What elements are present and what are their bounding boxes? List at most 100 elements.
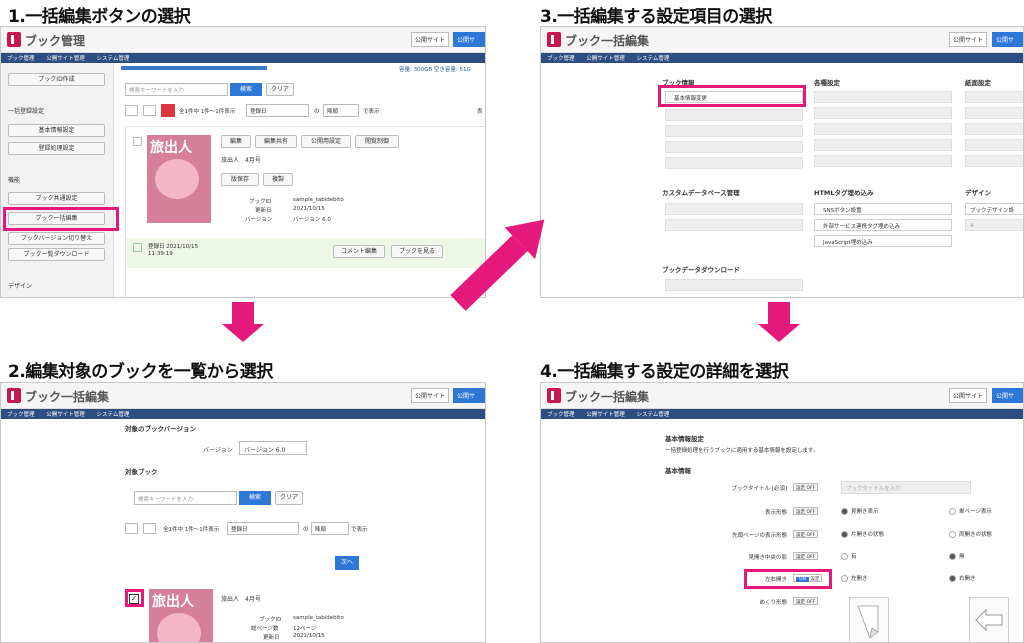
first-toggle[interactable]: 設定 OFF xyxy=(793,530,819,538)
logo-icon xyxy=(547,32,561,47)
search-button[interactable]: 検索 xyxy=(239,491,271,505)
app-title: ブック一括編集 xyxy=(565,390,650,404)
publish-button[interactable]: 公開サ xyxy=(992,388,1023,403)
search-button[interactable]: 検索 xyxy=(230,83,262,96)
display-single-radio[interactable]: 単ページ表示 xyxy=(949,507,992,515)
access-control-button[interactable]: 閲覧制御 xyxy=(355,135,399,148)
clear-button[interactable]: クリア xyxy=(266,83,294,96)
display-label: で表示 xyxy=(363,109,380,115)
javascript-setting[interactable]: JavaScript埋め込み xyxy=(814,235,952,247)
shadow-yes-radio[interactable]: 有 xyxy=(841,552,857,560)
basic-info-heading: 基本情報設定 xyxy=(665,435,704,443)
publish-setting-button[interactable]: 公開用設定 xyxy=(301,135,351,148)
display-spread-radio[interactable]: 見開き表示 xyxy=(841,507,879,515)
first-single-radio[interactable]: 片開きの状態 xyxy=(841,530,884,538)
search-input[interactable]: 検索キーワードを入力 xyxy=(125,83,228,96)
bulk-reg-heading: 一括登録設定 xyxy=(8,108,45,115)
direction-right-radio[interactable]: 右開き xyxy=(949,574,976,582)
basic-info-button[interactable]: 基本情報設定 xyxy=(8,124,105,137)
copy-button[interactable]: 複製 xyxy=(263,173,293,186)
flip-toggle[interactable]: 設定 OFF xyxy=(793,597,819,605)
highlight-box xyxy=(125,589,144,607)
book-checkbox[interactable] xyxy=(133,137,142,146)
basic-info-desc: 一括登録処理を行うブックに適用する基本情報を設定します。 xyxy=(665,448,819,454)
shadow-no-radio[interactable]: 無 xyxy=(949,552,965,560)
result-count: 全1件中 1件〜1件表示 xyxy=(179,109,236,115)
nav-system[interactable]: システム管理 xyxy=(637,412,670,418)
search-input[interactable]: 検索キーワードを入力 xyxy=(134,491,237,505)
shadow-toggle[interactable]: 設定 OFF xyxy=(793,552,819,560)
version-label: バージョン xyxy=(203,447,233,454)
sort-select[interactable]: 登録日 xyxy=(246,104,309,117)
nav-site[interactable]: 公開サイト管理 xyxy=(46,412,85,418)
order-select[interactable]: 降順 xyxy=(311,522,349,535)
view-book-button[interactable]: ブックを見る xyxy=(391,245,443,258)
delete-icon[interactable] xyxy=(161,104,175,117)
clear-button[interactable]: クリア xyxy=(275,491,303,505)
header: ブック管理 公開サイト 公開サ xyxy=(1,27,485,53)
updated-value: 2021/10/15 xyxy=(293,633,325,639)
nav-book[interactable]: ブック管理 xyxy=(547,56,575,62)
step2-title: 2.編集対象のブックを一覧から選択 xyxy=(8,362,273,382)
next-button[interactable]: 次へ xyxy=(335,556,359,570)
select-all-checkbox[interactable] xyxy=(125,523,138,534)
site-select[interactable]: 公開サイト xyxy=(949,32,988,47)
comment-edit-button[interactable]: コメント編集 xyxy=(333,245,385,258)
nav-site[interactable]: 公開サイト管理 xyxy=(586,412,625,418)
title-input[interactable]: ブックタイトルを入力 xyxy=(841,481,971,494)
view-toggle-icon[interactable] xyxy=(143,523,156,534)
book-cover[interactable]: 旅出人 xyxy=(147,135,211,223)
list-download-button[interactable]: ブック一覧ダウンロード xyxy=(8,248,105,261)
create-id-button[interactable]: ブックID作成 xyxy=(8,73,105,86)
publish-button[interactable]: 公開サ xyxy=(453,388,485,403)
design-setting-button[interactable]: ブックデザイン設 xyxy=(965,203,1023,215)
nav-book[interactable]: ブック管理 xyxy=(7,412,35,418)
flip-curl-option-icon[interactable] xyxy=(849,597,889,642)
display-toggle[interactable]: 設定 OFF xyxy=(793,507,819,515)
nav-system[interactable]: システム管理 xyxy=(97,56,130,62)
book-name: 旅出人 4月号 xyxy=(221,596,261,603)
first-double-radio[interactable]: 両開きの状態 xyxy=(949,530,992,538)
nav-site[interactable]: 公開サイト管理 xyxy=(46,56,85,62)
sns-button-setting[interactable]: SNSボタン設置 xyxy=(814,203,952,215)
reg-process-button[interactable]: 登録処理設定 xyxy=(8,142,105,155)
title-toggle[interactable]: 設定 OFF xyxy=(793,483,819,491)
direction-left-radio[interactable]: 左開き xyxy=(841,574,868,582)
version-save-button[interactable]: 版保存 xyxy=(221,173,259,186)
footer-checkbox[interactable] xyxy=(133,243,142,252)
select-all-checkbox[interactable] xyxy=(125,105,138,116)
view-toggle-icon[interactable] xyxy=(143,105,156,116)
external-tag-setting[interactable]: 外部サービス連携タグ埋め込み xyxy=(814,219,952,231)
app-title: ブック管理 xyxy=(25,34,86,48)
nav-system[interactable]: システム管理 xyxy=(637,56,670,62)
book-cover[interactable]: 旅出人 xyxy=(149,589,213,642)
various-disabled-2 xyxy=(814,107,952,119)
step4-title: 4.一括編集する設定の詳細を選択 xyxy=(540,362,789,382)
nav-site[interactable]: 公開サイト管理 xyxy=(586,56,625,62)
shared-setting-button[interactable]: ブック共通設定 xyxy=(8,192,105,205)
nav-book[interactable]: ブック管理 xyxy=(7,56,35,62)
sort-select[interactable]: 登録日 xyxy=(227,522,299,535)
publish-button[interactable]: 公開サ xyxy=(992,32,1023,47)
nav-book[interactable]: ブック管理 xyxy=(547,412,575,418)
various-disabled-5 xyxy=(814,155,952,167)
edit-button[interactable]: 編集 xyxy=(221,135,251,148)
site-select[interactable]: 公開サイト xyxy=(411,32,450,47)
flip-slide-option-icon[interactable] xyxy=(969,597,1009,642)
version-select[interactable]: バージョン 6.0 xyxy=(239,441,307,455)
site-select[interactable]: 公開サイト xyxy=(949,388,988,403)
storage-text: 容量: 300GB 空き容量: 51G xyxy=(399,67,471,73)
publish-button[interactable]: 公開サ xyxy=(453,32,485,47)
row-first-label: 先頭ページの表示形態 xyxy=(732,533,787,539)
site-select[interactable]: 公開サイト xyxy=(411,388,450,403)
edit-share-button[interactable]: 編集共有 xyxy=(255,135,297,148)
paper-disabled-2 xyxy=(965,107,1023,119)
target-book-heading: 対象ブック xyxy=(125,468,158,476)
sort-no: の xyxy=(314,109,320,115)
dl-disabled-1 xyxy=(665,279,803,291)
nav-system[interactable]: システム管理 xyxy=(97,412,130,418)
display-label-right: 表 xyxy=(477,109,483,115)
paper-disabled-3 xyxy=(965,123,1023,135)
order-select[interactable]: 降順 xyxy=(323,104,359,117)
version-switch-button[interactable]: ブックバージョン切り替え xyxy=(8,232,105,245)
